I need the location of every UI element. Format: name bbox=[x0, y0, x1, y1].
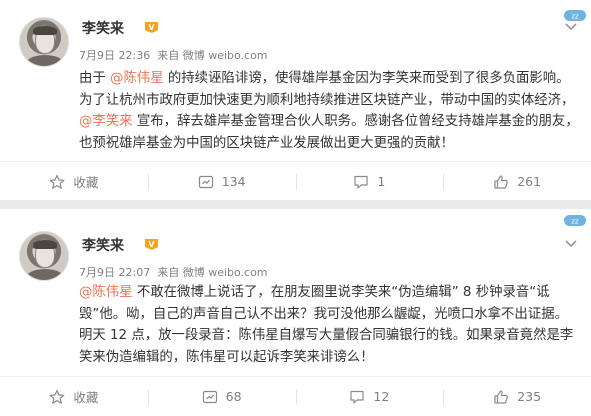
weibo-post: 李笑来 V zz 7月9日 22:36 来自 微博 weibo.com 由于 @… bbox=[0, 0, 591, 200]
post-source[interactable]: 来自 微博 weibo.com bbox=[157, 264, 267, 280]
repost-button[interactable]: 68 bbox=[147, 377, 296, 416]
favorite-button[interactable]: 收藏 bbox=[0, 162, 148, 201]
svg-text:V: V bbox=[148, 240, 155, 249]
weibo-post: 李笑来 V zz 7月9日 22:07 来自 微博 weibo.com @陈伟星… bbox=[0, 209, 591, 416]
mention-link[interactable]: @陈伟星 bbox=[110, 71, 164, 86]
post-meta: 7月9日 22:36 来自 微博 weibo.com bbox=[79, 47, 268, 63]
sleep-badge-icon: zz bbox=[564, 215, 586, 226]
vip-badge-icon[interactable]: V bbox=[144, 238, 159, 251]
svg-text:zz: zz bbox=[571, 218, 579, 226]
post-meta: 7月9日 22:07 来自 微博 weibo.com bbox=[79, 264, 268, 280]
action-bar: 收藏 134 1 261 bbox=[0, 161, 591, 201]
post-time[interactable]: 7月9日 22:07 bbox=[79, 264, 150, 280]
post-text: @陈伟星 不敢在微博上说话了，在朋友圈里说李笑来“伪造编辑” 8 秒钟录音“诋毁… bbox=[79, 282, 579, 368]
comment-count: 12 bbox=[373, 389, 390, 404]
like-button[interactable]: 235 bbox=[443, 377, 591, 416]
avatar[interactable] bbox=[19, 17, 69, 67]
favorite-label: 收藏 bbox=[73, 175, 99, 190]
star-icon bbox=[49, 389, 65, 404]
sleep-badge-icon: zz bbox=[564, 10, 586, 21]
action-bar: 收藏 68 12 235 bbox=[0, 376, 591, 416]
thumbs-up-icon bbox=[494, 389, 509, 404]
favorite-button[interactable]: 收藏 bbox=[0, 377, 148, 416]
post-time[interactable]: 7月9日 22:36 bbox=[79, 47, 150, 63]
repost-icon bbox=[202, 390, 217, 403]
like-count: 235 bbox=[517, 389, 542, 404]
vip-badge-icon[interactable]: V bbox=[144, 21, 159, 34]
comment-button[interactable]: 12 bbox=[295, 377, 444, 416]
post-source[interactable]: 来自 微博 weibo.com bbox=[157, 47, 267, 63]
avatar[interactable] bbox=[19, 231, 69, 281]
post-text: 由于 @陈伟星 的持续诬陷诽谤，使得雄岸基金因为李笑来而受到了很多负面影响。为了… bbox=[79, 68, 579, 154]
svg-text:zz: zz bbox=[571, 13, 579, 21]
post-text-segment: 不敢在微博上说话了，在朋友圈里说李笑来“伪造编辑” 8 秒钟录音“诋毁”他。呦，… bbox=[79, 285, 574, 365]
comment-button[interactable]: 1 bbox=[295, 162, 444, 201]
post-text-segment: 由于 bbox=[79, 71, 111, 86]
mention-link[interactable]: @李笑来 bbox=[79, 114, 133, 129]
repost-icon bbox=[198, 175, 213, 188]
mention-link[interactable]: @陈伟星 bbox=[79, 285, 133, 300]
comment-icon bbox=[350, 390, 365, 404]
repost-count: 134 bbox=[221, 174, 246, 189]
weibo-feed: 李笑来 V zz 7月9日 22:36 来自 微博 weibo.com 由于 @… bbox=[0, 0, 591, 416]
like-count: 261 bbox=[517, 174, 542, 189]
repost-button[interactable]: 134 bbox=[147, 162, 296, 201]
favorite-label: 收藏 bbox=[73, 390, 99, 405]
chevron-down-icon[interactable] bbox=[565, 240, 577, 248]
comment-icon bbox=[354, 175, 368, 189]
post-text-segment: 宣布，辞去雄岸基金管理合伙人职务。感谢各位曾经支持雄岸基金的朋友，也预祝雄岸基金… bbox=[79, 114, 579, 151]
repost-count: 68 bbox=[225, 389, 242, 404]
chevron-down-icon[interactable] bbox=[565, 23, 577, 31]
comment-count: 1 bbox=[377, 174, 386, 189]
author-name[interactable]: 李笑来 V bbox=[82, 235, 158, 255]
star-icon bbox=[49, 174, 65, 189]
like-button[interactable]: 261 bbox=[443, 162, 591, 201]
svg-text:V: V bbox=[148, 23, 155, 32]
thumbs-up-icon bbox=[494, 174, 509, 189]
author-name[interactable]: 李笑来 V bbox=[82, 18, 158, 38]
